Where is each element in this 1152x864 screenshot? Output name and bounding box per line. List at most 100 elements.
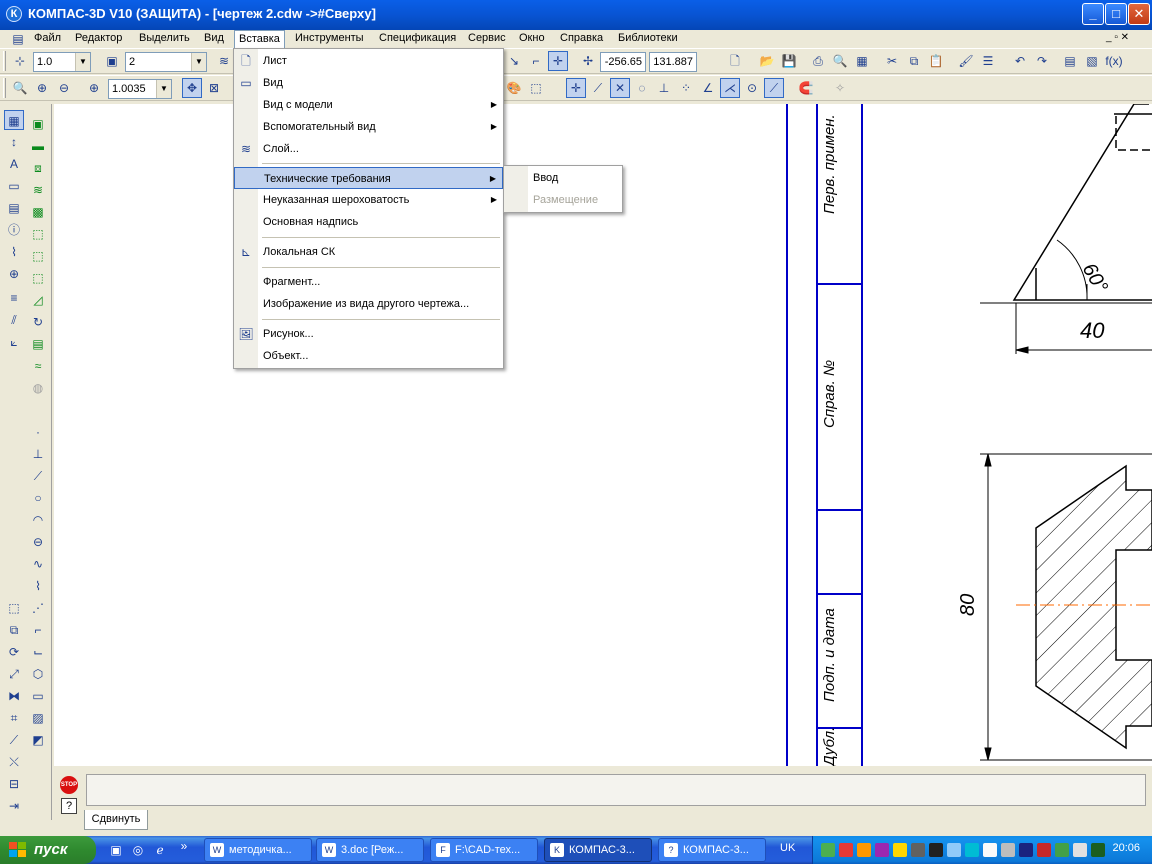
quicklaunch-ie-icon[interactable]: ℯ	[152, 842, 168, 858]
menu-item-sheet[interactable]: 🗋 Лист	[234, 50, 503, 72]
tool-layer-icon[interactable]: ≋	[28, 180, 48, 200]
auxiliary-line-icon[interactable]: ⊥	[28, 444, 48, 464]
taskbar-button-kompas-active[interactable]: K КОМПАС-3...	[544, 838, 652, 862]
toolbar-grip[interactable]	[3, 51, 6, 71]
open-folder-icon[interactable]: 📂	[757, 51, 777, 71]
tray-update-icon[interactable]	[857, 843, 871, 857]
zoom-all-icon[interactable]: ⊠	[204, 78, 224, 98]
pan-icon[interactable]: ✥	[182, 78, 202, 98]
spec-panel-icon[interactable]: ≡	[4, 288, 24, 308]
menu-service[interactable]: Сервис	[464, 30, 510, 48]
quicklaunch-more-icon[interactable]: »	[176, 838, 192, 854]
tray-chat-icon[interactable]	[965, 843, 979, 857]
paste-icon[interactable]: 📋	[926, 51, 946, 71]
edit-rotate-icon[interactable]: ⟳	[4, 642, 24, 662]
color-tools-icon[interactable]: 🎨	[504, 78, 524, 98]
tray-device-icon[interactable]	[1001, 843, 1015, 857]
snap-normal-icon[interactable]: ⊥	[654, 78, 674, 98]
help-icon[interactable]: ?	[61, 798, 77, 814]
edit-trim-icon[interactable]: ⟋	[4, 730, 24, 750]
polygon-icon[interactable]: ⬡	[28, 664, 48, 684]
taskbar-button-word-2[interactable]: W 3.doc [Реж...	[316, 838, 424, 862]
snap-tangent-icon[interactable]: ◌	[632, 78, 652, 98]
tray-flag-icon[interactable]	[893, 843, 907, 857]
taskbar-button-word-1[interactable]: Wметодичка...	[204, 838, 312, 862]
polyline-icon[interactable]: ⌇	[28, 576, 48, 596]
spline-icon[interactable]: ∿	[28, 554, 48, 574]
menu-item-title-block[interactable]: Основная надпись	[234, 211, 503, 233]
tool-wave-icon[interactable]: ≈	[28, 356, 48, 376]
chevron-down-icon[interactable]: ▼	[156, 80, 171, 98]
snap-point-icon[interactable]: ✛	[566, 78, 586, 98]
menu-item-view[interactable]: ▭ Вид	[234, 72, 503, 94]
segment-icon[interactable]: ⟋	[28, 466, 48, 486]
tray-calendar-icon[interactable]	[983, 843, 997, 857]
kompas-app-icon[interactable]: К	[6, 6, 22, 22]
tray-app-icon[interactable]	[821, 843, 835, 857]
measure-panel-icon[interactable]: ⓘ	[4, 220, 24, 240]
cut-icon[interactable]: ✂	[882, 51, 902, 71]
menu-item-roughness[interactable]: Неуказанная шероховатость ▶	[234, 189, 503, 211]
tray-monitor-icon[interactable]	[929, 843, 943, 857]
tray-media-icon[interactable]	[875, 843, 889, 857]
magnet-icon[interactable]: 🧲	[796, 78, 816, 98]
menu-insert[interactable]: Вставка	[234, 30, 285, 48]
tray-x-icon[interactable]	[1037, 843, 1051, 857]
tray-signal-icon[interactable]	[911, 843, 925, 857]
parametrization-panel-icon[interactable]: ▤	[4, 198, 24, 218]
menu-item-tech-requirements[interactable]: Технические требования ▶	[234, 167, 503, 189]
taskbar-button-folder[interactable]: F F:\CAD-тех...	[430, 838, 538, 862]
snap-intersection-icon[interactable]: ✕	[610, 78, 630, 98]
format-brush-icon[interactable]: 🖌	[956, 51, 976, 71]
circle-icon[interactable]: ○	[28, 488, 48, 508]
tray-antivirus-icon[interactable]	[839, 843, 853, 857]
menu-libraries[interactable]: Библиотеки	[614, 30, 682, 48]
snap-toggle-icon[interactable]: ✛	[548, 51, 568, 71]
edit-move-icon[interactable]: ⬚	[4, 598, 24, 618]
minimize-button[interactable]: _	[1082, 3, 1104, 25]
submenu-item-input[interactable]: Ввод	[504, 167, 622, 189]
undo-icon[interactable]: ↶	[1010, 51, 1030, 71]
menu-item-picture[interactable]: 🖼 Рисунок...	[234, 323, 503, 345]
menu-view[interactable]: Вид	[200, 30, 228, 48]
preview-icon[interactable]: ▦	[852, 51, 872, 71]
zoom-out-icon[interactable]: ⊖	[54, 78, 74, 98]
ellipse-icon[interactable]: ⊖	[28, 532, 48, 552]
bezier-icon[interactable]: ⋰	[28, 598, 48, 618]
zoom-in-icon[interactable]: ⊕	[32, 78, 52, 98]
menu-tools[interactable]: Инструменты	[291, 30, 368, 48]
rectangle-icon[interactable]: ▭	[28, 686, 48, 706]
maximize-button[interactable]: □	[1105, 3, 1127, 25]
menu-editor[interactable]: Редактор	[71, 30, 126, 48]
chevron-down-icon[interactable]: ▼	[75, 53, 90, 71]
menu-item-object[interactable]: Объект...	[234, 345, 503, 367]
stop-icon[interactable]: STOP	[60, 776, 78, 794]
print-icon[interactable]: ⎙	[808, 51, 828, 71]
hatch-icon[interactable]: ▨	[28, 708, 48, 728]
arrow-icon[interactable]: ↘	[504, 51, 524, 71]
edit-deform-icon[interactable]: ⌗	[4, 708, 24, 728]
coord-x-field[interactable]: -256.65	[600, 52, 646, 72]
snap-angle-icon[interactable]: ∠	[698, 78, 718, 98]
start-button[interactable]: пуск	[0, 836, 96, 864]
menu-specification[interactable]: Спецификация	[375, 30, 460, 48]
coord-y-field[interactable]: 131.887	[649, 52, 697, 72]
designations-panel-icon[interactable]: A	[4, 154, 24, 174]
menu-item-image-from-view[interactable]: Изображение из вида другого чертежа...	[234, 293, 503, 315]
geometry-panel-icon[interactable]: ▦	[4, 110, 24, 130]
function-icon[interactable]: f(x)	[1104, 51, 1124, 71]
contour-icon[interactable]: ◩	[28, 730, 48, 750]
redo-icon[interactable]: ↷	[1032, 51, 1052, 71]
snap-center-icon[interactable]: ⊙	[742, 78, 762, 98]
menu-item-view-from-model[interactable]: Вид с модели ▶	[234, 94, 503, 116]
associative-view-icon[interactable]: ⊕	[4, 264, 24, 284]
snap-align-icon[interactable]: ⟋	[764, 78, 784, 98]
layer-icon[interactable]: ▣	[102, 51, 122, 71]
edit-mirror-icon[interactable]: ⧓	[4, 686, 24, 706]
mdi-window-controls[interactable]: _ ▫ ✕	[1106, 32, 1129, 43]
menu-help[interactable]: Справка	[556, 30, 607, 48]
chevron-down-icon[interactable]: ▼	[191, 53, 206, 71]
tool-window-icon[interactable]: ⬚	[28, 246, 48, 266]
tab-shift[interactable]: Сдвинуть	[84, 810, 148, 830]
edit-panel-icon[interactable]: ▭	[4, 176, 24, 196]
